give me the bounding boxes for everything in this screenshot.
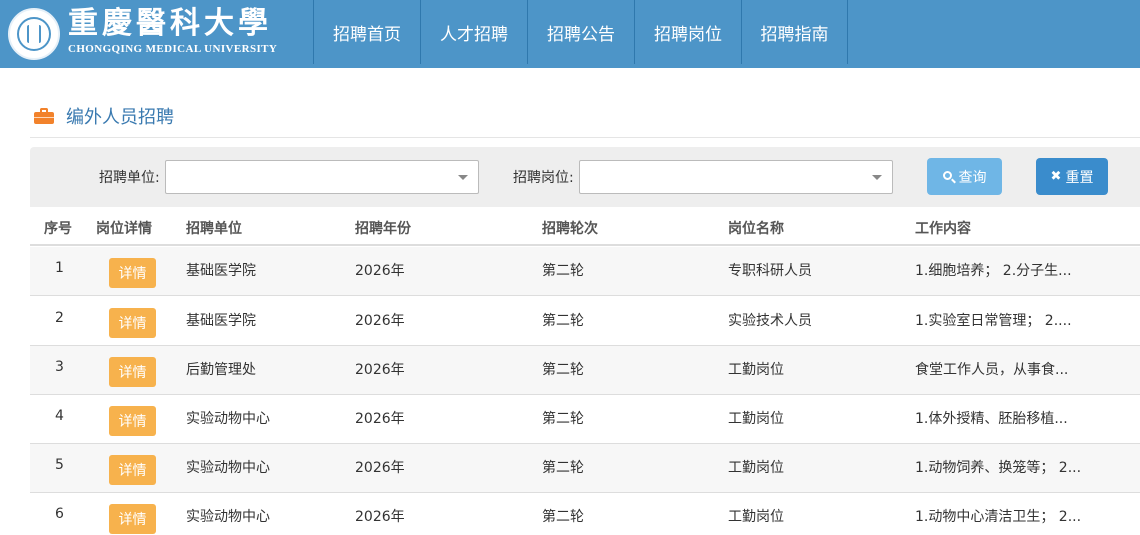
row-unit: 实验动物中心 [186,460,270,476]
top-header: 重慶醫科大學 CHONGQING MEDICAL UNIVERSITY 招聘首页… [0,0,1140,68]
row-position: 实验技术人员 [728,313,812,329]
close-icon: ✖ [1050,169,1062,184]
nav-positions[interactable]: 招聘岗位 [634,0,741,64]
row-position: 工勤岗位 [728,460,784,476]
row-round: 第二轮 [542,263,584,279]
unit-select[interactable] [165,160,479,194]
filter-bar: 招聘单位: 招聘岗位: 查询 ✖ 重置 [30,147,1140,207]
col-detail: 岗位详情 [96,221,152,237]
row-content: 食堂工作人员，从事食... [915,362,1069,378]
table-row[interactable]: 6 详情 实验动物中心 2026年 第二轮 工勤岗位 1.动物中心清洁卫生； 2… [30,493,1140,535]
col-round: 招聘轮次 [542,221,598,237]
row-content: 1.动物中心清洁卫生； 2... [915,509,1082,525]
row-content: 1.实验室日常管理； 2.... [915,313,1072,329]
row-content: 1.动物饲养、换笼等； 2... [915,460,1082,476]
col-unit: 招聘单位 [186,221,242,237]
row-year: 2026年 [355,263,405,279]
detail-button[interactable]: 详情 [109,504,156,534]
position-label: 招聘岗位: [513,170,574,186]
row-content: 1.体外授精、胚胎移植... [915,411,1068,427]
row-year: 2026年 [355,313,405,329]
row-year: 2026年 [355,362,405,378]
table-row[interactable]: 3 详情 后勤管理处 2026年 第二轮 工勤岗位 食堂工作人员，从事食... [30,346,1140,395]
row-unit: 后勤管理处 [186,362,256,378]
university-logo[interactable]: 重慶醫科大學 CHONGQING MEDICAL UNIVERSITY [0,0,312,64]
detail-button[interactable]: 详情 [109,455,156,485]
row-unit: 实验动物中心 [186,509,270,525]
nav-talent-recruitment[interactable]: 人才招聘 [420,0,527,64]
detail-button[interactable]: 详情 [109,258,156,288]
row-number: 6 [55,506,64,522]
detail-button[interactable]: 详情 [109,357,156,387]
col-year: 招聘年份 [355,221,411,237]
row-year: 2026年 [355,509,405,525]
row-position: 工勤岗位 [728,509,784,525]
row-round: 第二轮 [542,313,584,329]
title-divider [30,137,1140,138]
row-number: 3 [55,359,64,375]
row-unit: 实验动物中心 [186,411,270,427]
table-row[interactable]: 4 详情 实验动物中心 2026年 第二轮 工勤岗位 1.体外授精、胚胎移植..… [30,395,1140,444]
unit-label: 招聘单位: [99,170,160,186]
table-row[interactable]: 5 详情 实验动物中心 2026年 第二轮 工勤岗位 1.动物饲养、换笼等； 2… [30,444,1140,493]
row-position: 工勤岗位 [728,411,784,427]
table-row[interactable]: 2 详情 基础医学院 2026年 第二轮 实验技术人员 1.实验室日常管理； 2… [30,297,1140,346]
chevron-down-icon [872,175,882,180]
search-button[interactable]: 查询 [927,158,1002,195]
search-button-label: 查询 [958,169,987,186]
reset-button-label: 重置 [1065,169,1094,186]
chevron-down-icon [458,175,468,180]
detail-button[interactable]: 详情 [109,406,156,436]
page-title: 编外人员招聘 [66,107,174,128]
row-content: 1.细胞培养； 2.分子生... [915,263,1072,279]
main-nav: 招聘首页 人才招聘 招聘公告 招聘岗位 招聘指南 [313,0,848,64]
search-icon [942,170,956,183]
row-round: 第二轮 [542,509,584,525]
col-position: 岗位名称 [728,221,784,237]
row-number: 1 [55,260,64,276]
row-position: 工勤岗位 [728,362,784,378]
nav-announcements[interactable]: 招聘公告 [527,0,634,64]
row-unit: 基础医学院 [186,263,256,279]
logo-chinese-name: 重慶醫科大學 [68,6,272,41]
detail-button[interactable]: 详情 [109,308,156,338]
table-row[interactable]: 1 详情 基础医学院 2026年 第二轮 专职科研人员 1.细胞培养； 2.分子… [30,247,1140,296]
logo-english-name: CHONGQING MEDICAL UNIVERSITY [68,43,278,55]
row-number: 4 [55,408,64,424]
row-year: 2026年 [355,411,405,427]
university-seal-icon [8,8,60,60]
table-header: 序号 岗位详情 招聘单位 招聘年份 招聘轮次 岗位名称 工作内容 [30,207,1140,246]
row-round: 第二轮 [542,460,584,476]
row-position: 专职科研人员 [728,263,812,279]
row-number: 2 [55,310,64,326]
section-header: 编外人员招聘 [34,102,174,130]
col-content: 工作内容 [915,221,971,237]
nav-home[interactable]: 招聘首页 [313,0,420,64]
position-select[interactable] [579,160,893,194]
row-number: 5 [55,457,64,473]
row-round: 第二轮 [542,362,584,378]
nav-guide[interactable]: 招聘指南 [741,0,848,64]
row-unit: 基础医学院 [186,313,256,329]
reset-button[interactable]: ✖ 重置 [1036,158,1108,195]
col-no: 序号 [44,221,72,237]
briefcase-icon [34,108,54,124]
row-round: 第二轮 [542,411,584,427]
row-year: 2026年 [355,460,405,476]
